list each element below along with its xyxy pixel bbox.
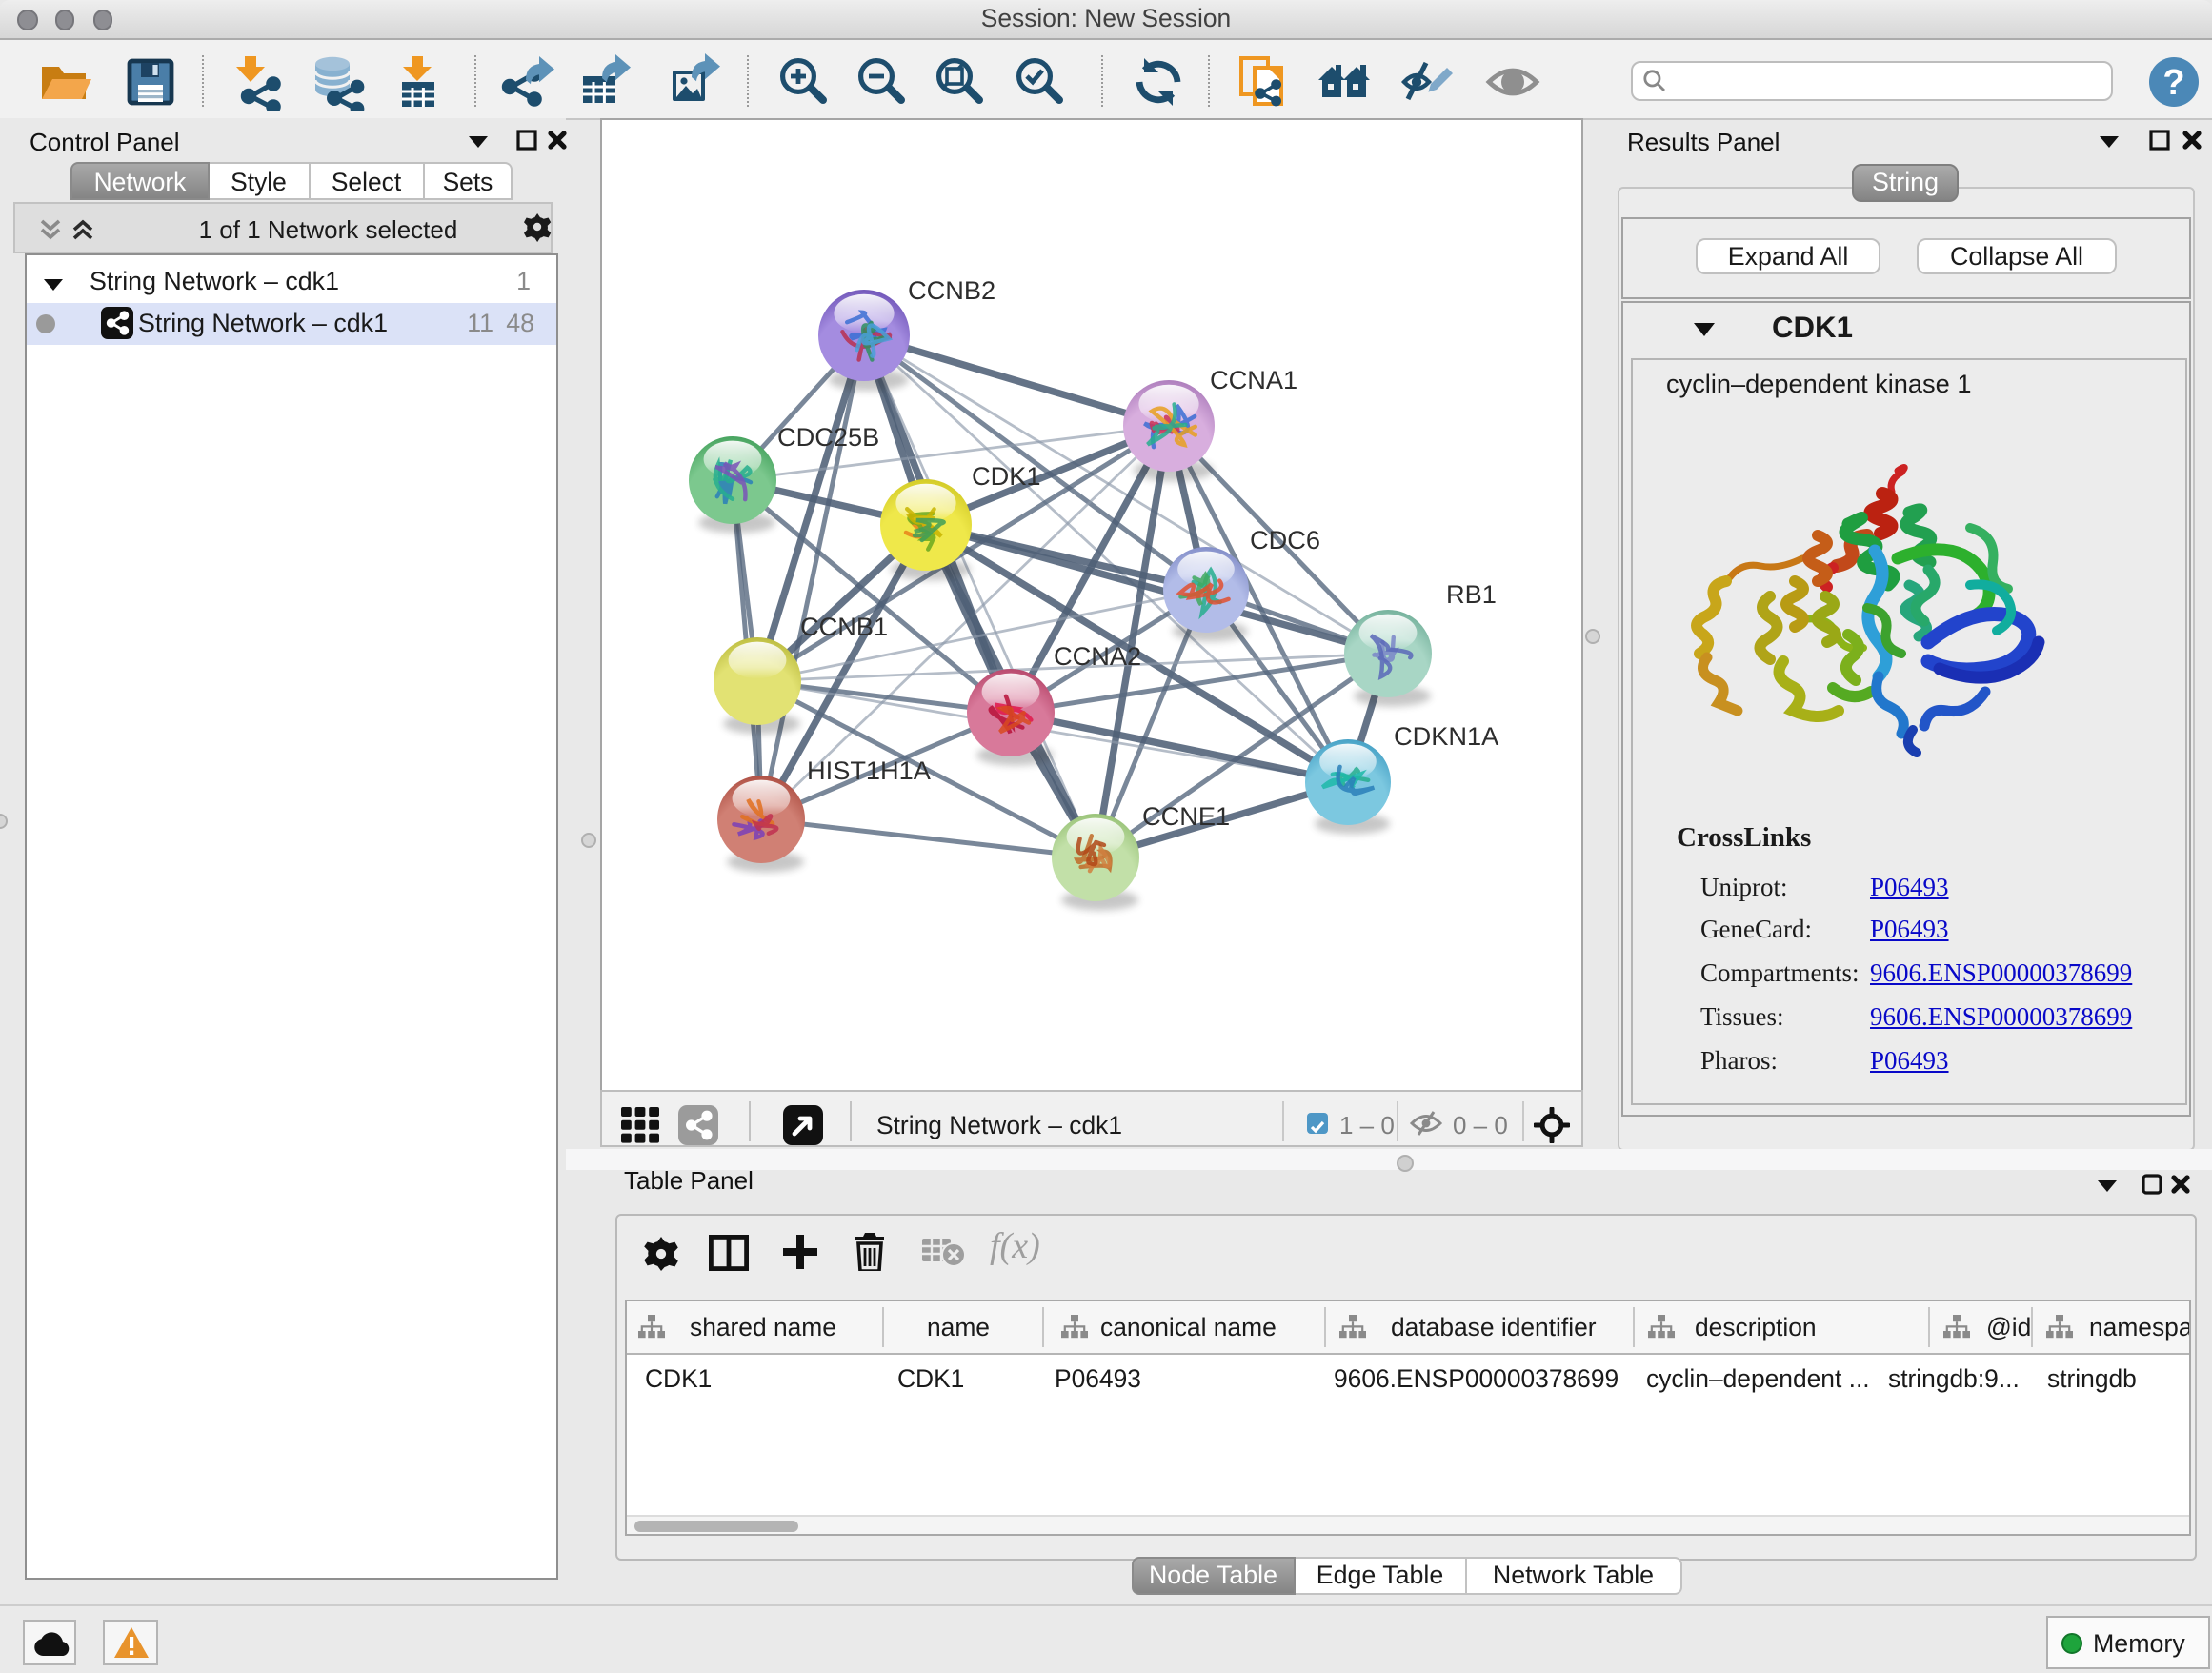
svg-text:HIST1H1A: HIST1H1A [807,756,932,785]
svg-text:CCNA2: CCNA2 [1054,641,1141,671]
svg-text:CCNB2: CCNB2 [908,275,995,305]
svg-text:CDC6: CDC6 [1250,525,1320,554]
svg-text:CDK1: CDK1 [972,461,1041,491]
svg-text:CCNE1: CCNE1 [1142,801,1230,831]
svg-text:RB1: RB1 [1446,579,1497,609]
svg-text:?: ? [2162,63,2184,103]
svg-text:CDKN1A: CDKN1A [1394,721,1499,751]
svg-text:CCNB1: CCNB1 [800,612,888,641]
svg-text:CCNA1: CCNA1 [1210,365,1297,394]
svg-text:CDC25B: CDC25B [777,422,879,452]
